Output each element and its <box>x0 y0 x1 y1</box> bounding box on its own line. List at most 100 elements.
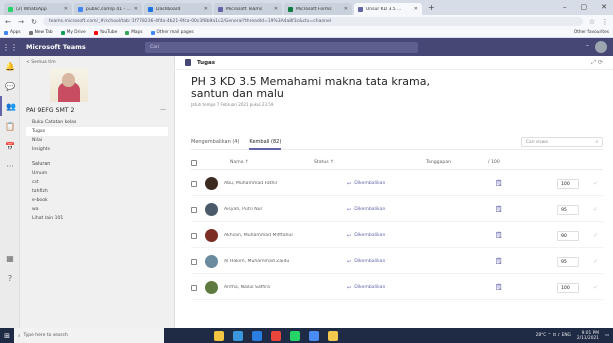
reload-icon[interactable]: ↻ <box>30 18 38 26</box>
help-icon[interactable]: ? <box>0 268 20 288</box>
app-launcher-icon[interactable]: ⋮⋮ <box>0 43 20 52</box>
row-checkbox[interactable] <box>191 232 197 239</box>
expand-refresh-icons[interactable]: ⤢ ⟳ <box>591 59 603 67</box>
more-apps-icon[interactable]: ··· <box>0 156 20 176</box>
points-input[interactable]: 95 <box>557 204 579 215</box>
student-search-input[interactable]: Cari siswa ⌕ <box>521 136 603 147</box>
points-input[interactable]: 90 <box>557 230 579 241</box>
sidebar-item-assignments[interactable]: Tugas <box>26 127 168 136</box>
taskbar-app-icon[interactable] <box>328 330 338 341</box>
new-tab-icon[interactable]: + <box>428 3 435 12</box>
feedback-icon[interactable]: 🗒 <box>495 258 545 265</box>
sidebar-item-grades[interactable]: Nilai <box>26 136 168 145</box>
notifications-icon[interactable]: ▭ <box>605 333 609 338</box>
activity-icon[interactable]: 🔔 <box>0 56 20 76</box>
sidebar-item-insights[interactable]: Insights <box>26 145 168 154</box>
maximize-icon[interactable]: ▢ <box>581 3 588 11</box>
taskbar-app-icon[interactable] <box>271 330 281 341</box>
row-checkbox[interactable] <box>191 206 197 213</box>
points-input[interactable]: 100 <box>557 282 579 293</box>
taskbar-app-icon[interactable] <box>214 330 224 341</box>
tab-close-icon[interactable]: ✕ <box>344 6 348 12</box>
windows-start-icon[interactable]: ⊞ <box>0 332 14 340</box>
row-checkbox[interactable] <box>191 284 197 291</box>
close-icon[interactable]: ✕ <box>601 3 607 11</box>
taskbar-app-icon[interactable] <box>252 330 262 341</box>
apps-icon[interactable]: ▦ <box>0 248 20 268</box>
assignments-icon[interactable]: 📋 <box>0 116 20 136</box>
tab-favicon-icon <box>288 6 293 12</box>
tab-returned[interactable]: Kembali (82) <box>249 134 282 150</box>
feedback-icon[interactable]: 🗒 <box>495 180 545 187</box>
calendar-icon[interactable]: 📅 <box>0 136 20 156</box>
taskbar-app-icon[interactable] <box>233 330 243 341</box>
channel-item[interactable]: e-book <box>26 196 168 205</box>
table-row[interactable]: Arifha, Nailul Saffira ↩ Dikembalikan 🗒 100 ✓ <box>191 276 603 300</box>
tab-close-icon[interactable]: ✕ <box>204 6 208 12</box>
row-checkbox[interactable] <box>191 180 197 187</box>
class-name: PAI 9EFG SMT 2 ··· <box>26 107 168 114</box>
taskbar-app-icon[interactable] <box>290 330 300 341</box>
back-arrow-icon[interactable]: ← <box>4 18 12 26</box>
browser-tab[interactable]: public.com/p 41 - ... ✕ <box>74 3 142 15</box>
header-minimize-icon[interactable]: – <box>586 42 589 49</box>
browser-tab[interactable]: Unsur KD 3.5 ... ✕ <box>354 3 422 15</box>
channel-item[interactable]: Umum <box>26 169 168 178</box>
url-field[interactable]: teams.microsoft.com/_#/school/tab::1f778… <box>43 17 583 26</box>
channel-item[interactable]: cst <box>26 178 168 187</box>
bookmark-item[interactable]: YouTube <box>93 30 117 35</box>
minimize-icon[interactable]: – <box>563 3 567 11</box>
taskbar-app-icon[interactable] <box>309 330 319 341</box>
class-sidebar: < Semua tim PAI 9EFG SMT 2 ··· Buku Cata… <box>20 56 175 328</box>
tab-close-icon[interactable]: ✕ <box>64 6 68 12</box>
channel-item[interactable]: wa <box>26 205 168 214</box>
feedback-icon[interactable]: 🗒 <box>495 284 545 291</box>
bookmark-item[interactable]: Other mail pages <box>150 30 194 35</box>
table-row[interactable]: Akhsan, Muhammad Mifftahul ↩ Dikembalikan 🗒… <box>191 224 603 248</box>
menu-icon[interactable]: ⋮ <box>601 18 609 26</box>
bookmark-item[interactable]: Maps <box>125 30 143 35</box>
tab-close-icon[interactable]: ✕ <box>274 6 278 12</box>
avatar[interactable] <box>595 41 607 53</box>
teams-icon[interactable]: 👥 <box>0 96 20 116</box>
bookmark-item[interactable]: Apps <box>4 30 21 35</box>
row-checkbox[interactable] <box>191 258 197 265</box>
tab-favicon-icon <box>78 6 83 12</box>
table-row[interactable]: Al Hakim, Muhammad Zaidu ↩ Dikembalikan 🗒 95… <box>191 250 603 274</box>
star-icon[interactable]: ☆ <box>588 18 596 26</box>
table-row[interactable]: Aisyah, Putri Nur ↩ Dikembalikan 🗒 95 ✓ <box>191 198 603 222</box>
column-status[interactable]: Status ↑ <box>314 160 426 165</box>
column-name[interactable]: Nama ↑ <box>230 160 314 165</box>
tray-icons[interactable]: 28°C ⌃ ⊡ ♪ ENG <box>536 333 571 338</box>
more-options-icon[interactable]: ··· <box>160 107 166 114</box>
feedback-icon[interactable]: 🗒 <box>495 232 545 239</box>
column-feedback: Tanggapan <box>426 160 452 165</box>
points-input[interactable]: 100 <box>557 178 579 189</box>
chat-icon[interactable]: 💬 <box>0 76 20 96</box>
browser-tab[interactable]: Microsoft Teams ✕ <box>214 3 282 15</box>
browser-tab[interactable]: (2) WhatsApp ✕ <box>4 3 72 15</box>
bookmark-favicon-icon <box>28 30 33 35</box>
address-bar-row: ← → ↻ teams.microsoft.com/_#/school/tab:… <box>0 15 613 28</box>
taskbar-search-input[interactable]: ⌕ Type here to search <box>14 328 164 343</box>
bookmark-item[interactable]: New Tab <box>28 30 53 35</box>
back-to-teams-link[interactable]: < Semua tim <box>26 60 168 65</box>
browser-tab[interactable]: Microsoft Forms ✕ <box>284 3 352 15</box>
tab-favicon-icon <box>218 6 223 12</box>
tab-close-icon[interactable]: ✕ <box>134 6 138 12</box>
feedback-icon[interactable]: 🗒 <box>495 206 545 213</box>
select-all-checkbox[interactable] <box>191 159 197 166</box>
channel-item[interactable]: Lihat lain 101 <box>26 214 168 223</box>
other-favourites[interactable]: Other favourites <box>574 30 609 35</box>
browser-tab[interactable]: Dashboard ✕ <box>144 3 212 15</box>
points-input[interactable]: 95 <box>557 256 579 267</box>
clock[interactable]: 9:01 PM 2/11/2021 <box>577 331 599 341</box>
search-input[interactable]: Cari <box>145 41 418 53</box>
channel-item[interactable]: tahfizh <box>26 187 168 196</box>
bookmark-item[interactable]: My Drive <box>60 30 86 35</box>
tab-to-return[interactable]: Mengembalikan (4) <box>191 134 239 150</box>
forward-arrow-icon[interactable]: → <box>17 18 25 26</box>
table-row[interactable]: Abu, Muhammad Fathil ↩ Dikembalikan 🗒 100 ✓ <box>191 172 603 196</box>
tab-close-icon[interactable]: ✕ <box>414 6 418 12</box>
sidebar-item-notebook[interactable]: Buku Catatan kelas <box>26 118 168 127</box>
